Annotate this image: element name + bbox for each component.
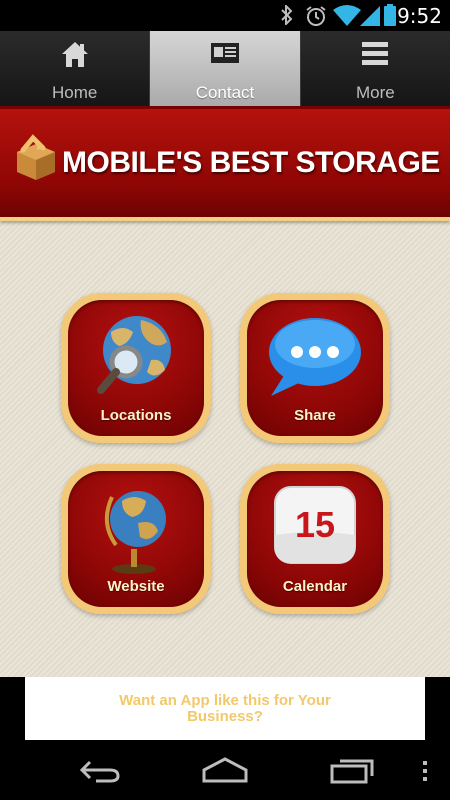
- desk-globe-icon: [98, 483, 174, 580]
- recent-apps-icon[interactable]: [330, 758, 374, 789]
- tab-more-label: More: [355, 83, 395, 102]
- alarm-icon: [305, 5, 327, 32]
- website-label: Website: [107, 578, 165, 595]
- tile-grid: Locations Share Website 15 Calendar: [0, 109, 450, 677]
- bluetooth-icon: [280, 3, 294, 30]
- calendar-icon: 15: [273, 485, 357, 570]
- calendar-tile-body: 15 Calendar: [247, 471, 383, 607]
- ad-text: Want an App like this for Your Business?: [119, 691, 331, 725]
- home-nav-icon[interactable]: [200, 756, 250, 789]
- share-tile[interactable]: Share: [240, 293, 390, 443]
- tab-contact[interactable]: Contact: [150, 31, 301, 108]
- calendar-day: 15: [295, 504, 335, 545]
- menu-icon: [362, 39, 389, 72]
- back-icon[interactable]: [78, 758, 122, 789]
- website-tile-body: Website: [68, 471, 204, 607]
- navigation-bar: [0, 740, 450, 800]
- locations-tile-body: Locations: [68, 300, 204, 436]
- tab-bar: Home Contact More: [0, 31, 450, 108]
- calendar-label: Calendar: [282, 578, 348, 595]
- globe-magnifier-icon: [91, 310, 181, 405]
- share-label: Share: [294, 407, 336, 424]
- ad-area: Want an App like this for Your Business?: [0, 677, 450, 740]
- tab-more[interactable]: More: [300, 31, 450, 108]
- contact-card-icon: [210, 41, 240, 70]
- main-content: MOBILE'S BEST STORAGE Locations Share We…: [0, 109, 450, 677]
- wifi-icon: [333, 5, 361, 32]
- status-bar: 9:52: [0, 0, 450, 31]
- locations-label: Locations: [100, 407, 172, 424]
- tab-home[interactable]: Home: [0, 31, 151, 108]
- overflow-menu-icon[interactable]: [421, 760, 429, 787]
- locations-tile[interactable]: Locations: [61, 293, 211, 443]
- status-clock: 9:52: [397, 4, 442, 28]
- share-tile-body: Share: [247, 300, 383, 436]
- ad-banner[interactable]: Want an App like this for Your Business?: [25, 677, 425, 740]
- battery-icon: [384, 4, 396, 31]
- website-tile[interactable]: Website: [61, 464, 211, 614]
- home-icon: [60, 39, 90, 74]
- chat-bubble-icon: [265, 314, 365, 403]
- calendar-tile[interactable]: 15 Calendar: [240, 464, 390, 614]
- tab-home-label: Home: [51, 83, 98, 102]
- app-screen: 9:52 Home Contact More MOBILE'S BEST STO…: [0, 0, 450, 800]
- tab-contact-label: Contact: [195, 83, 255, 102]
- signal-icon: [360, 5, 380, 32]
